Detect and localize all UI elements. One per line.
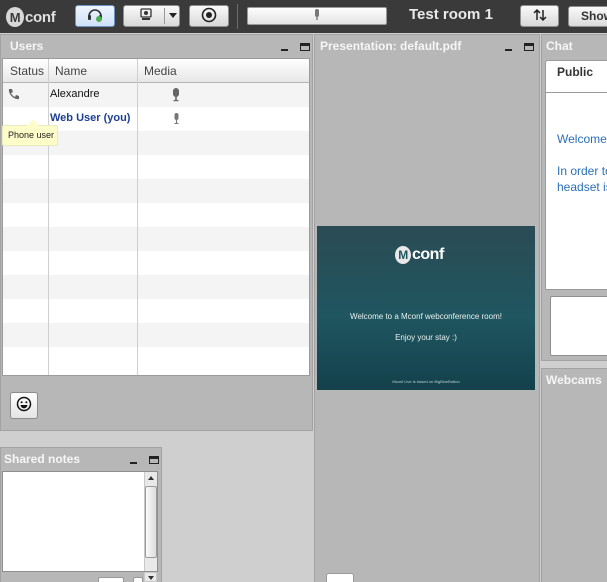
- scroll-down-icon: [148, 576, 154, 580]
- join-audio-button[interactable]: [75, 5, 115, 27]
- headset-icon: [86, 7, 104, 26]
- column-divider: [137, 59, 138, 375]
- chat-area: Public Welcome In order to headset is: [545, 60, 607, 360]
- minimize-icon[interactable]: [280, 43, 290, 51]
- scrollbar[interactable]: [144, 472, 157, 571]
- logo-text: conf: [25, 8, 56, 26]
- column-header-name[interactable]: Name: [55, 64, 87, 78]
- logo-mark: M: [6, 7, 24, 27]
- users-panel-title: Users: [10, 39, 44, 53]
- mconf-logo: M conf: [6, 5, 56, 29]
- column-divider: [48, 59, 49, 375]
- maximize-icon[interactable]: [524, 43, 534, 51]
- maximize-icon[interactable]: [300, 43, 310, 51]
- scroll-down-button[interactable]: [144, 572, 157, 582]
- slide-logo: M conf: [395, 246, 444, 264]
- slide-logo-text: conf: [412, 246, 444, 263]
- chat-message: headset is: [557, 180, 607, 194]
- chat-input[interactable]: [550, 296, 607, 356]
- scrollbar-thumb[interactable]: [145, 486, 157, 558]
- shared-notes-title: Shared notes: [4, 452, 81, 466]
- emoji-icon: [16, 396, 32, 415]
- minimize-icon[interactable]: [129, 456, 139, 464]
- users-grid: Status Name Media Alexandre Web User (yo…: [2, 58, 310, 376]
- toolbar-separator: [237, 4, 238, 29]
- room-title: Test room 1: [409, 6, 493, 23]
- emoji-status-button[interactable]: [10, 392, 38, 419]
- microphone-icon: [313, 8, 321, 24]
- webcam-icon: [138, 7, 154, 25]
- presentation-slide[interactable]: M conf Welcome to a Mconf webconference …: [317, 226, 535, 390]
- minimize-icon[interactable]: [504, 43, 514, 51]
- phone-user-tooltip: Phone user: [2, 119, 58, 146]
- shared-notes-textarea[interactable]: [2, 471, 158, 572]
- webcams-title: Webcams: [546, 373, 602, 387]
- top-toolbar: M conf Test room 1 Show: [0, 0, 607, 33]
- record-button[interactable]: [189, 5, 229, 27]
- slide-welcome-text: Welcome to a Mconf webconference room!: [350, 312, 502, 321]
- record-icon: [201, 7, 217, 26]
- user-name-self: Web User (you): [50, 112, 131, 124]
- phone-icon: [7, 88, 20, 104]
- chat-title: Chat: [546, 39, 573, 53]
- slide-enjoy-text: Enjoy your stay :): [395, 333, 457, 342]
- microphone-icon: [173, 113, 180, 128]
- slide-logo-mark: M: [395, 246, 411, 264]
- show-button[interactable]: Show: [568, 6, 607, 27]
- slide-footer-text: Mconf Live is based on BigBlueButton: [392, 379, 460, 384]
- layout-button[interactable]: [520, 5, 559, 27]
- tab-public[interactable]: Public: [545, 60, 607, 93]
- microphone-level-button[interactable]: [247, 7, 387, 25]
- tab-public-label: Public: [557, 65, 594, 79]
- presentation-title: Presentation: default.pdf: [320, 39, 462, 53]
- microphone-icon: [171, 88, 181, 105]
- notes-control-button[interactable]: [133, 577, 143, 582]
- column-header-status[interactable]: Status: [10, 64, 44, 78]
- chevron-down-icon[interactable]: [169, 13, 177, 18]
- maximize-icon[interactable]: [149, 456, 159, 464]
- chat-message: Welcome: [557, 132, 607, 146]
- webcams-panel: Webcams: [541, 368, 607, 582]
- user-name: Alexandre: [50, 88, 100, 100]
- notes-control-button[interactable]: [98, 577, 124, 582]
- chat-messages: Welcome In order to headset is: [545, 92, 607, 290]
- chat-message: In order to: [557, 164, 607, 178]
- column-header-media[interactable]: Media: [144, 64, 177, 78]
- layout-arrows-icon: [532, 8, 547, 25]
- dropdown-divider: [164, 8, 165, 24]
- webcam-share-button[interactable]: [123, 5, 180, 27]
- presentation-upload-button[interactable]: [326, 573, 354, 582]
- scroll-up-icon[interactable]: [148, 476, 154, 480]
